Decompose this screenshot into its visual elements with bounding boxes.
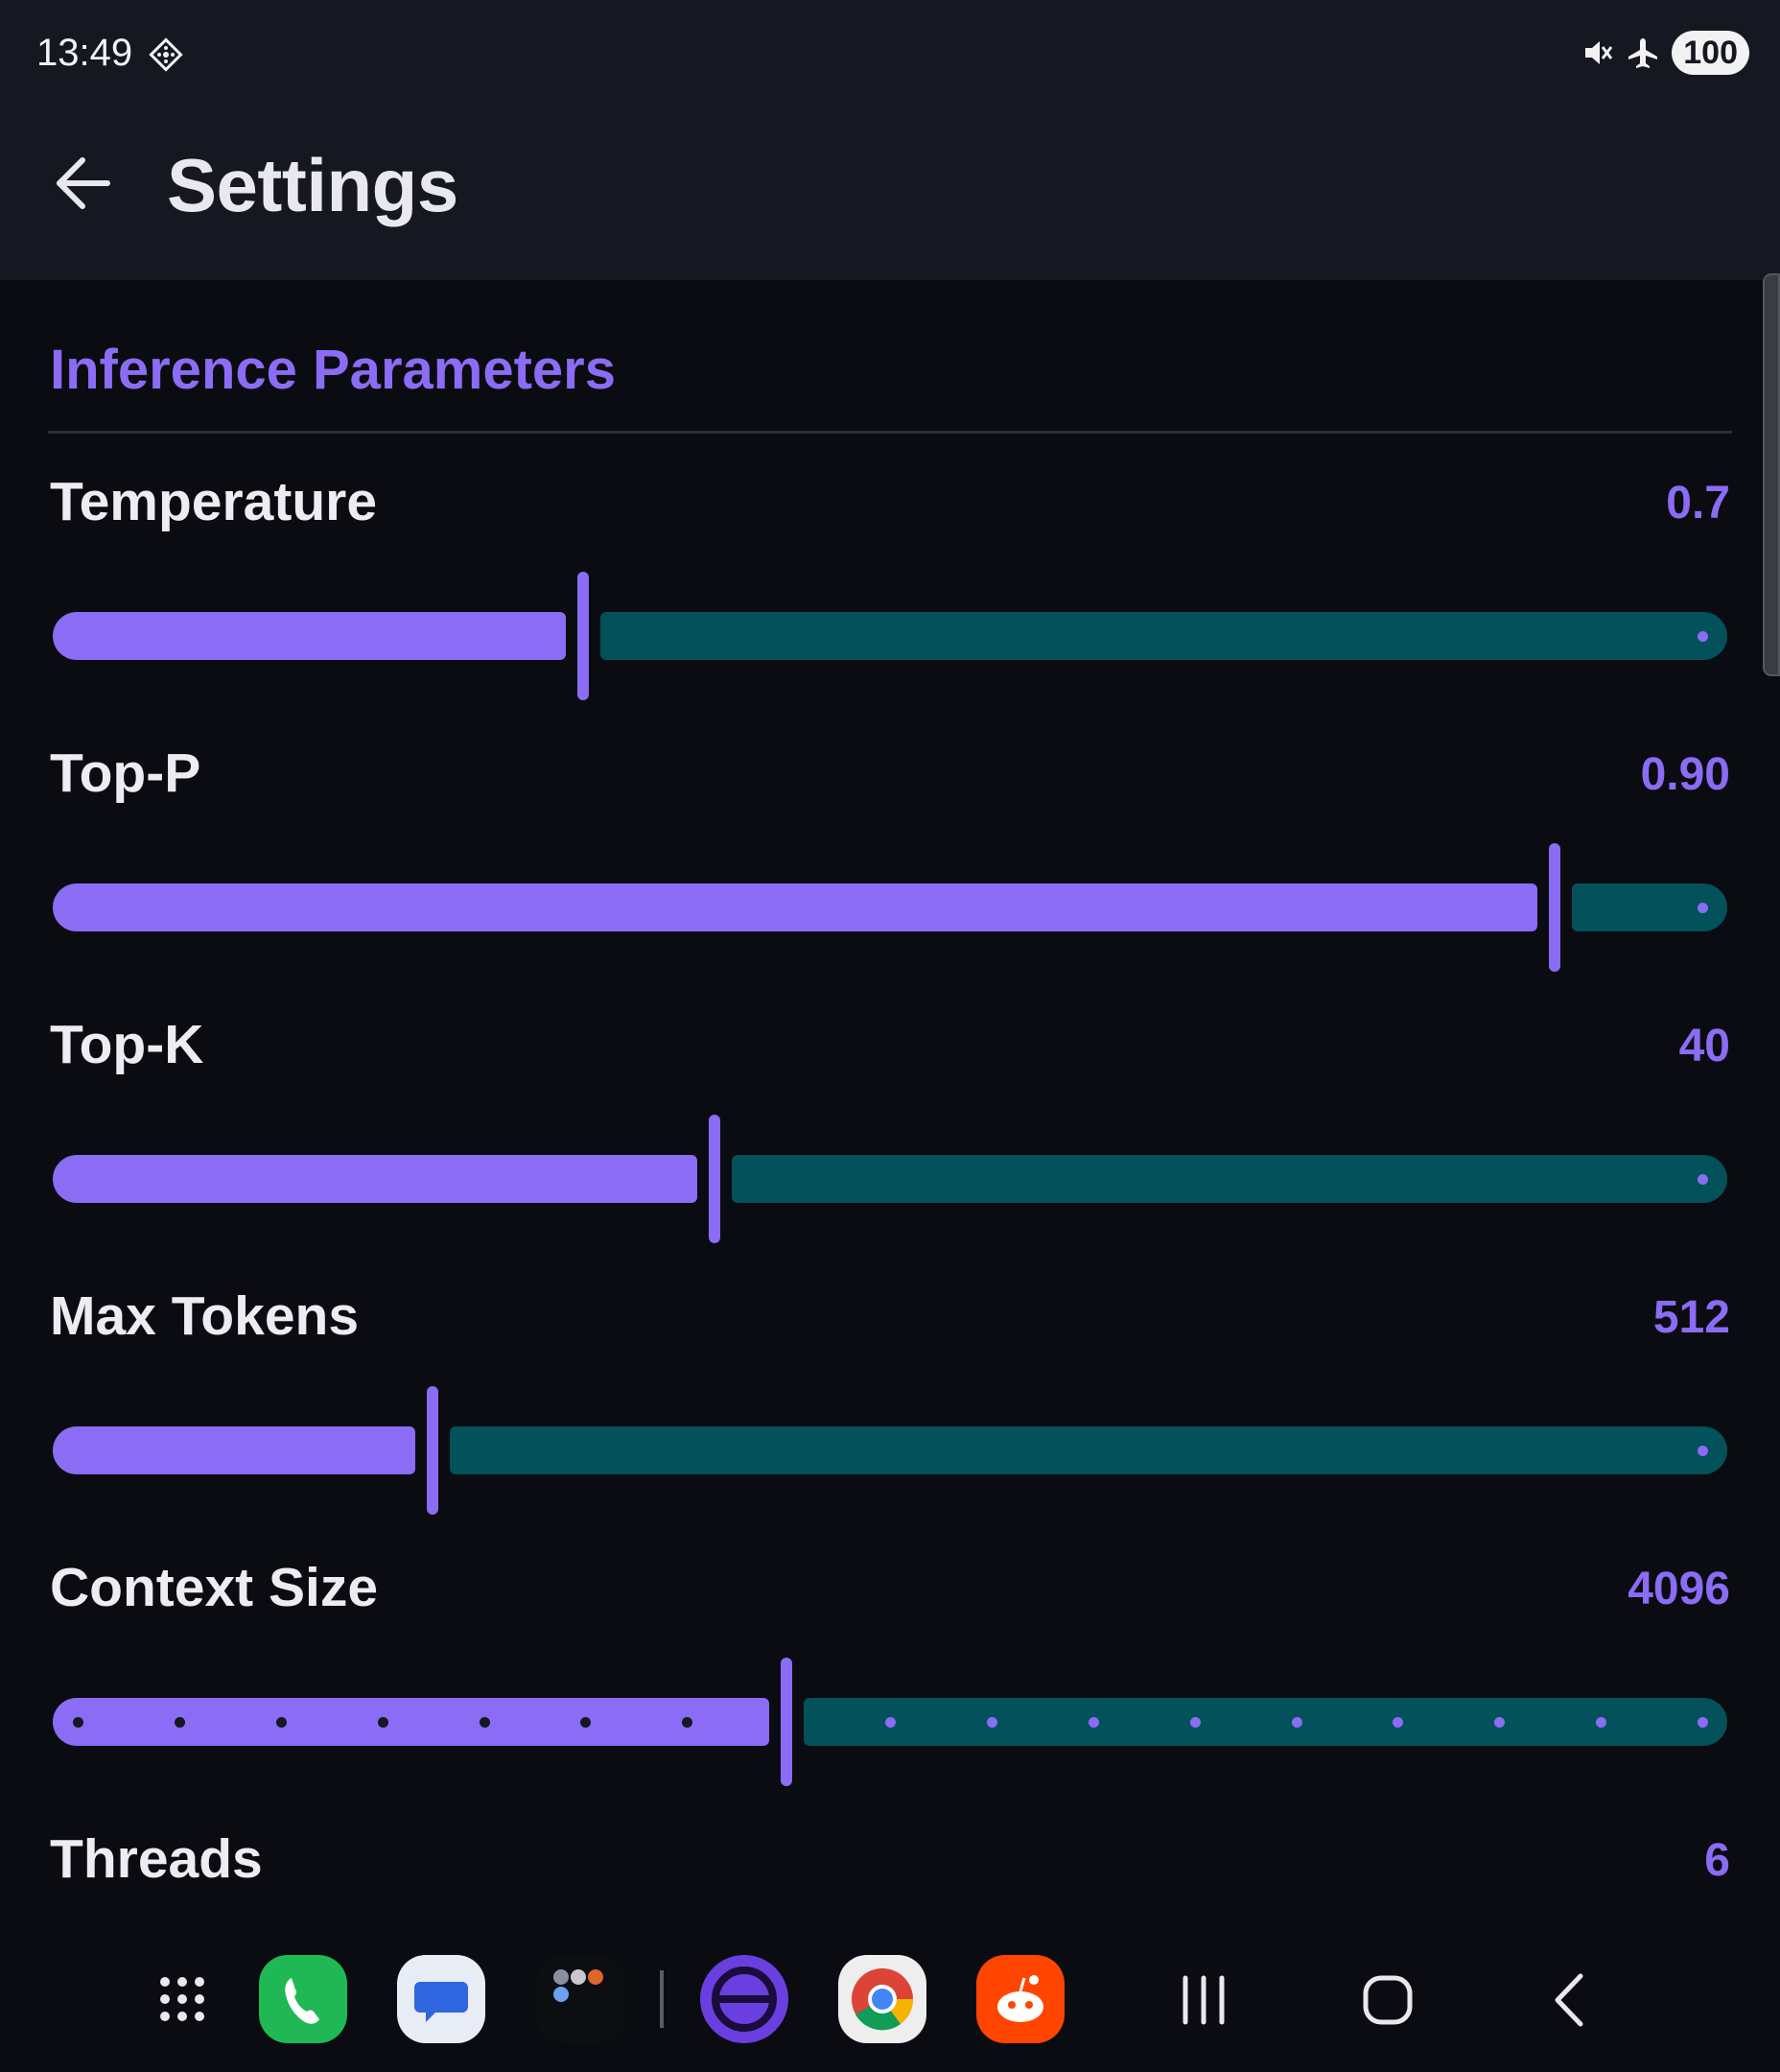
slider-inactive-track xyxy=(804,1698,1727,1746)
recents-icon[interactable] xyxy=(1170,1966,1237,2034)
context-size-slider[interactable] xyxy=(53,1658,1727,1786)
context-size-value: 4096 xyxy=(1628,1564,1730,1614)
page-title: Settings xyxy=(167,143,458,227)
app-bar xyxy=(0,0,1780,280)
slider-active-track xyxy=(53,1698,769,1746)
slider-tick-mark xyxy=(1698,1174,1708,1185)
context-size-label: Context Size xyxy=(50,1557,379,1618)
slider-tick-mark xyxy=(1291,1717,1302,1728)
slider-tick-mark xyxy=(73,1717,83,1728)
section-divider xyxy=(48,431,1732,434)
max-tokens-value: 512 xyxy=(1652,1292,1730,1343)
messages-icon[interactable] xyxy=(397,1955,485,2043)
slider-tick-mark xyxy=(1698,903,1708,913)
slider-tick-mark xyxy=(1698,1717,1708,1728)
status-time: 13:49 xyxy=(36,32,133,74)
top-p-slider[interactable] xyxy=(53,843,1727,972)
slider-tick-mark xyxy=(885,1717,896,1728)
home-icon[interactable] xyxy=(1354,1966,1421,2034)
slider-tick-mark xyxy=(1698,631,1708,642)
top-p-label: Top-P xyxy=(50,742,201,804)
top-k-value: 40 xyxy=(1678,1021,1730,1071)
slider-tick-mark xyxy=(479,1717,490,1728)
temperature-label: Temperature xyxy=(50,471,378,532)
top-p-value: 0.90 xyxy=(1640,749,1730,800)
threads-value: 6 xyxy=(1704,1835,1730,1886)
slider-tick-mark xyxy=(275,1717,287,1728)
slider-inactive-track xyxy=(732,1155,1727,1203)
slider-active-track xyxy=(53,883,1537,931)
reddit-icon[interactable] xyxy=(976,1955,1065,2043)
airplane-icon xyxy=(1628,38,1658,68)
phone-icon[interactable] xyxy=(259,1955,347,2043)
arrow-left-icon[interactable] xyxy=(54,153,113,213)
app-drawer-icon[interactable] xyxy=(138,1955,226,2043)
temperature-slider[interactable] xyxy=(53,572,1727,700)
slider-active-track xyxy=(53,612,566,660)
max-tokens-slider[interactable] xyxy=(53,1386,1727,1515)
top-k-label: Top-K xyxy=(50,1014,204,1075)
scrollbar[interactable] xyxy=(1763,273,1780,676)
section-title: Inference Parameters xyxy=(50,339,616,401)
threads-label: Threads xyxy=(50,1828,263,1890)
chrome-icon[interactable] xyxy=(838,1955,926,2043)
slider-active-track xyxy=(53,1155,697,1203)
slider-active-track xyxy=(53,1426,415,1474)
top-k-slider[interactable] xyxy=(53,1115,1727,1243)
slider-inactive-track xyxy=(600,612,1727,660)
tile-icon xyxy=(149,37,183,72)
slider-tick-mark xyxy=(986,1717,997,1728)
slider-inactive-track xyxy=(450,1426,1727,1474)
dock-divider xyxy=(660,1970,664,2028)
slider-tick-mark xyxy=(1088,1717,1099,1728)
slider-thumb[interactable] xyxy=(709,1115,720,1243)
slider-tick-mark xyxy=(174,1717,185,1728)
slider-tick-mark xyxy=(1189,1717,1201,1728)
max-tokens-label: Max Tokens xyxy=(50,1285,360,1347)
slider-tick-mark xyxy=(377,1717,388,1728)
browser-icon[interactable] xyxy=(700,1955,788,2043)
mute-icon xyxy=(1585,41,1613,64)
status-icons: 100 xyxy=(1581,31,1749,75)
back-icon[interactable] xyxy=(1538,1966,1605,2034)
slider-thumb[interactable] xyxy=(781,1658,792,1786)
battery-indicator: 100 xyxy=(1672,31,1749,75)
slider-tick-mark xyxy=(1698,1446,1708,1456)
folder-icon[interactable] xyxy=(537,1955,625,2043)
slider-thumb[interactable] xyxy=(577,572,589,700)
temperature-value: 0.7 xyxy=(1666,478,1730,529)
slider-thumb[interactable] xyxy=(427,1386,438,1515)
slider-thumb[interactable] xyxy=(1549,843,1560,972)
